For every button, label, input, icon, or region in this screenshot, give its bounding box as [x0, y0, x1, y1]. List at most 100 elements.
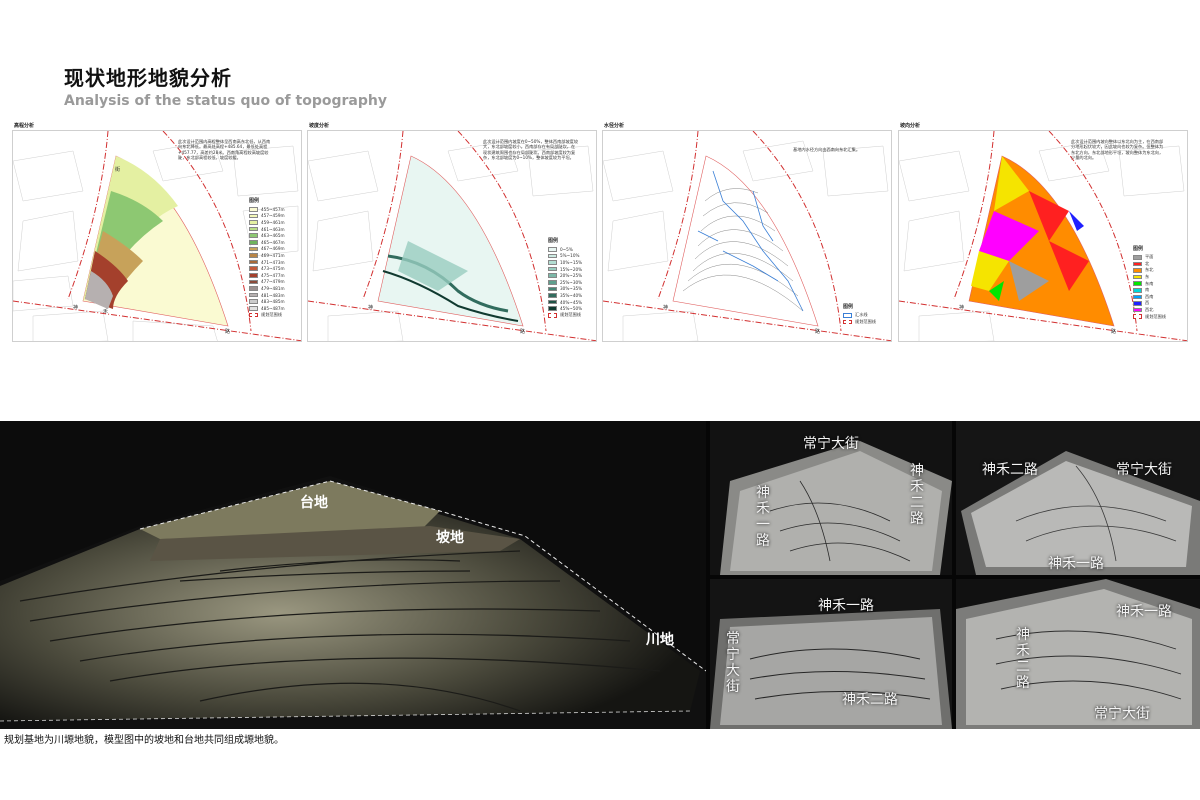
legend-label: 平面 — [1145, 254, 1154, 260]
legend-item: 规划范围线 — [843, 319, 876, 326]
legend-label: 459~461m — [261, 219, 285, 225]
legend-item: 东南 — [1133, 280, 1166, 287]
aspect-legend: 图例 平面 北 东北 东 东南 南 西南 西 西北 规划范围线 — [1133, 245, 1166, 320]
legend-swatch — [1133, 261, 1142, 267]
legend-label: 481~483m — [261, 292, 285, 298]
legend-swatch — [249, 292, 258, 298]
slope-analysis-panel: 坡度分析 神 路 此次设计范围内坡度在0~50%，整体西南部坡度较大，东北部坡度… — [307, 122, 597, 342]
legend-label: 汇水线 — [855, 312, 868, 318]
legend-item: 469~471m — [249, 252, 285, 259]
legend-item: 规划范围线 — [1133, 313, 1166, 320]
legend-label: 477~479m — [261, 279, 285, 285]
legend-label: 规划范围线 — [560, 312, 581, 318]
legend-item: 平面 — [1133, 254, 1166, 261]
legend-label: 483~485m — [261, 299, 285, 305]
road-label-shen: 神 — [73, 304, 78, 311]
legend-swatch — [249, 239, 258, 245]
label-changning-street: 常宁大街 — [803, 436, 859, 452]
legend-label: 457~459m — [261, 213, 285, 219]
legend-swatch — [1133, 301, 1142, 306]
panel-label: 水径分析 — [604, 123, 625, 129]
legend-label: 461~463m — [261, 226, 285, 232]
legend-label: 规划范围线 — [261, 311, 282, 317]
legend-item: 规划范围线 — [249, 312, 285, 319]
legend-title: 图例 — [249, 198, 260, 204]
model-photo-2: 常宁大街 神禾一路 神禾二路 — [710, 421, 952, 575]
legend-label: 东 — [1145, 274, 1150, 280]
legend-item: 15%~20% — [548, 266, 582, 273]
legend-swatch — [249, 246, 258, 252]
legend-swatch — [548, 293, 557, 298]
legend-swatch — [548, 247, 557, 252]
legend-swatch — [548, 306, 557, 311]
legend-item: 465~467m — [249, 239, 285, 246]
panel-label: 坡向分析 — [900, 123, 921, 129]
legend-label: 473~475m — [261, 266, 285, 272]
legend-item: 25%~30% — [548, 279, 582, 286]
legend-item: 479~481m — [249, 285, 285, 292]
hydrology-map: 神 路 基地内水径方向由西南向东北汇集。 图例 汇水线 规划范围线 — [602, 130, 892, 342]
legend-item: 483~485m — [249, 298, 285, 305]
legend-item: 20%~25% — [548, 272, 582, 279]
label-podi: 坡地 — [436, 530, 464, 546]
legend-label: 东南 — [1145, 280, 1154, 286]
legend-swatch — [843, 319, 852, 325]
legend-item: 45%~50% — [548, 305, 582, 312]
legend-item: 467~469m — [249, 246, 285, 253]
legend-swatch — [249, 213, 258, 219]
legend-swatch — [1133, 255, 1142, 260]
legend-item: 473~475m — [249, 265, 285, 272]
legend-label: 10%~15% — [560, 259, 583, 265]
legend-label: 479~481m — [261, 285, 285, 291]
road-label-lu: 路 — [815, 328, 820, 335]
legend-swatch — [548, 279, 557, 285]
road-label-jie: 街 — [115, 166, 120, 173]
label-changning-street: 常宁大街 — [726, 631, 740, 695]
figure-caption: 规划基地为川塬地貌，模型图中的坡地和台地共同组成塬地貌。 — [4, 735, 284, 746]
legend-swatch — [249, 226, 258, 232]
model-photo-5: 神禾二路 神禾一路 常宁大街 — [956, 579, 1200, 729]
label-shenhe-2-road: 神禾二路 — [910, 463, 924, 527]
legend-item: 30%~35% — [548, 286, 582, 293]
road-label-lu: 路 — [225, 328, 230, 335]
legend-swatch — [249, 279, 258, 285]
label-shenhe-1-road: 神禾一路 — [818, 598, 874, 614]
model-photo-3-svg — [956, 421, 1200, 575]
label-changning-street: 常宁大街 — [1116, 462, 1172, 478]
legend-item: 35%~40% — [548, 292, 582, 299]
legend-swatch — [249, 207, 258, 212]
legend-label: 西南 — [1145, 293, 1154, 299]
legend-item: 10%~15% — [548, 259, 582, 266]
legend-label: 467~469m — [261, 246, 285, 252]
legend-swatch — [548, 253, 557, 259]
panel-label: 高程分析 — [14, 123, 35, 129]
legend-title: 图例 — [1133, 246, 1144, 252]
legend-swatch — [548, 312, 557, 318]
label-changning-street: 常宁大街 — [1094, 706, 1150, 722]
legend-swatch — [249, 220, 258, 225]
legend-swatch — [548, 260, 557, 265]
legend-item: 459~461m — [249, 219, 285, 226]
legend-label: 南 — [1145, 287, 1150, 293]
legend-label: 471~473m — [261, 259, 285, 265]
page-subtitle: Analysis of the status quo of topography — [64, 93, 387, 109]
legend-swatch — [249, 299, 258, 304]
legend-label: 西 — [1145, 300, 1150, 306]
legend-label: 485~487m — [261, 305, 285, 311]
elevation-map: 神 禾 路 街 此次设计范围内高程整体呈西南高东北低，从西南向东北降低。最高处高… — [12, 130, 302, 342]
legend-swatch — [249, 266, 258, 271]
panel-description: 此次设计范围内坡度在0~50%，整体西南部坡度较大，东北部坡度较小。西南部存在有… — [483, 139, 579, 161]
legend-title: 图例 — [843, 304, 854, 310]
legend-swatch — [1133, 287, 1142, 293]
legend-item: 西北 — [1133, 307, 1166, 314]
model-photo-strip: 台地 坡地 川地 常宁大街 神禾一路 神禾二路 神禾二路 常宁大街 神禾一路 神… — [0, 421, 1200, 729]
legend-item: 485~487m — [249, 305, 285, 312]
slope-legend: 图例 0~5% 5%~10% 10%~15% 15%~20% 20%~25% 2… — [548, 237, 582, 319]
legend-label: 5%~10% — [560, 253, 580, 259]
legend-item: 463~465m — [249, 232, 285, 239]
legend-swatch — [548, 286, 557, 292]
legend-swatch — [1133, 314, 1142, 319]
legend-label: 北 — [1145, 260, 1150, 266]
label-taidi: 台地 — [300, 495, 328, 511]
panel-label: 坡度分析 — [309, 123, 330, 129]
